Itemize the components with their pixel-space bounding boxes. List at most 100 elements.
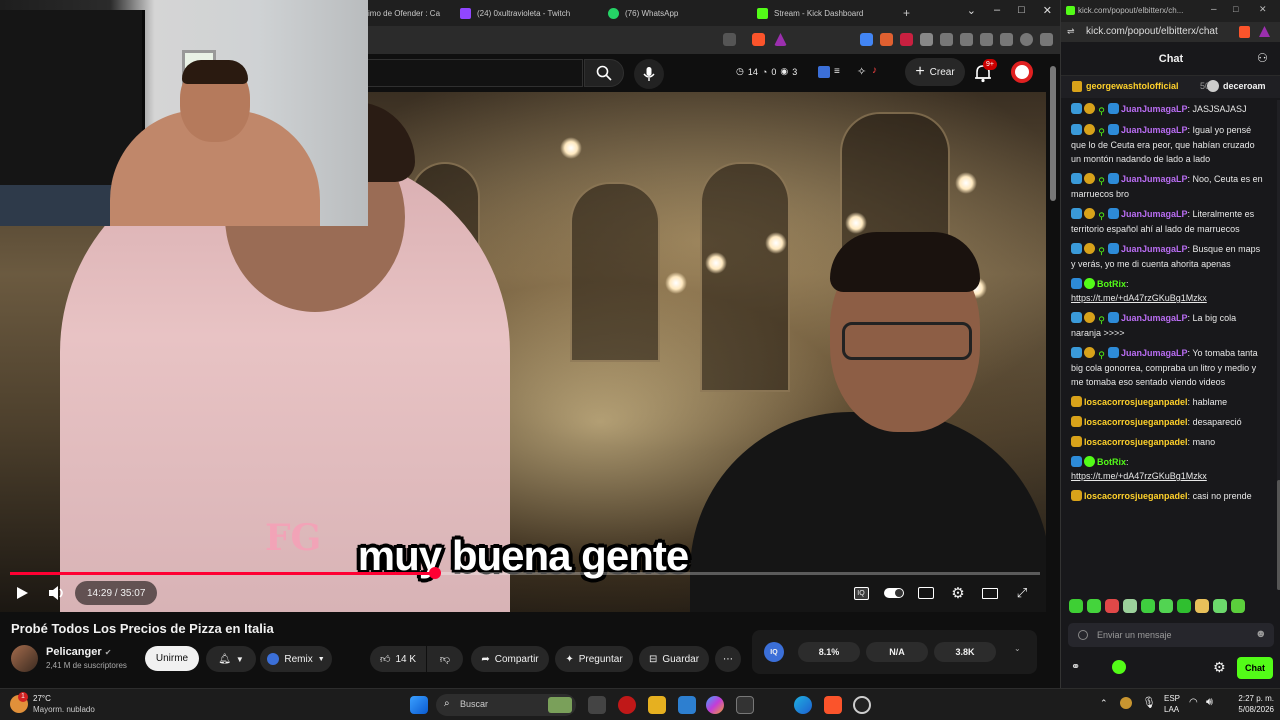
autoplay-toggle[interactable]: [883, 583, 905, 603]
emote-icon[interactable]: [1213, 599, 1227, 613]
emote-icon[interactable]: [1231, 599, 1245, 613]
new-tab-button[interactable]: +: [903, 3, 917, 23]
emote-icon[interactable]: [1087, 599, 1101, 613]
screen-share-icon[interactable]: [723, 33, 736, 46]
brave-rewards-icon[interactable]: [774, 33, 787, 46]
extension-pixel-icon[interactable]: [900, 33, 913, 46]
close-button[interactable]: ✕: [1259, 4, 1267, 15]
tune-icon[interactable]: ⇌: [1067, 26, 1075, 37]
menu-icon[interactable]: [1040, 33, 1053, 46]
dislike-button[interactable]: 👎︎: [427, 646, 463, 672]
tab-whatsapp[interactable]: (76) WhatsApp: [608, 3, 738, 23]
maximize-button[interactable]: □: [1233, 4, 1238, 14]
brave-shield-icon[interactable]: [752, 33, 765, 46]
chat-send-button[interactable]: Chat: [1237, 657, 1273, 679]
tray-chevron-icon[interactable]: ⌃: [1100, 698, 1108, 709]
music-icon[interactable]: [940, 33, 953, 46]
theater-mode-button[interactable]: [981, 583, 999, 603]
chat-message-input[interactable]: Enviar un mensaje ☻: [1068, 623, 1274, 647]
keyboard-layout[interactable]: LAA: [1164, 705, 1179, 714]
vpn-icon[interactable]: [1020, 33, 1033, 46]
file-explorer-icon[interactable]: [648, 696, 666, 714]
brave-rewards-icon[interactable]: [1259, 26, 1270, 37]
terminal-icon[interactable]: [736, 696, 754, 714]
chevron-down-icon[interactable]: ⌄: [1014, 644, 1021, 653]
settings-button[interactable]: ⚙: [949, 583, 967, 603]
subscribe-bell-button[interactable]: 🔔︎ ▼: [206, 646, 256, 672]
leaderboard-user-2[interactable]: deceroam: [1223, 81, 1266, 91]
emote-icon[interactable]: [1141, 599, 1155, 613]
chat-username[interactable]: JuanJumagaLP: [1121, 174, 1188, 184]
volume-button[interactable]: [46, 583, 68, 603]
page-scrollbar-thumb[interactable]: [1050, 66, 1056, 201]
maximize-button[interactable]: □: [1018, 4, 1025, 17]
tab-search-button[interactable]: ⌄: [967, 4, 976, 17]
magic-icon[interactable]: ✧: [857, 65, 866, 78]
wallet-icon[interactable]: [980, 33, 993, 46]
brave-icon[interactable]: [824, 696, 842, 714]
fullscreen-button[interactable]: ⤢: [1013, 583, 1031, 603]
language-code[interactable]: ESP: [1164, 694, 1180, 703]
create-button[interactable]: + Crear: [905, 58, 965, 86]
tab-ofender[interactable]: imo de Ofender : Ca: [368, 3, 446, 23]
subtitles-button[interactable]: [917, 583, 935, 603]
points-icon[interactable]: ⚭: [1071, 660, 1080, 673]
translate-icon[interactable]: [860, 33, 873, 46]
chat-link[interactable]: https://t.me/+dA47rzGKuBg1Mzkx: [1071, 293, 1207, 303]
join-button[interactable]: Unirme: [145, 646, 199, 671]
emote-icon[interactable]: [1177, 599, 1191, 613]
copilot-icon[interactable]: [706, 696, 724, 714]
app-power-icon[interactable]: [618, 696, 636, 714]
chat-link[interactable]: https://t.me/+dA47rzGKuBg1Mzkx: [1071, 471, 1207, 481]
ask-button[interactable]: ✦ Preguntar: [555, 646, 633, 672]
save-button[interactable]: ⊟ Guardar: [639, 646, 709, 672]
vidiq-icon[interactable]: [818, 66, 830, 78]
search-button[interactable]: [584, 59, 624, 87]
more-actions-button[interactable]: ⋯: [715, 646, 741, 672]
chat-username[interactable]: JuanJumagaLP: [1121, 209, 1188, 219]
emote-icon[interactable]: [1123, 599, 1137, 613]
taskbar-search[interactable]: ⌕ Buscar: [436, 694, 576, 716]
clock-date[interactable]: 5/08/2026: [1226, 705, 1274, 714]
chat-username[interactable]: JuanJumagaLP: [1121, 104, 1188, 114]
chat-username[interactable]: BotRix: [1097, 279, 1126, 289]
download-icon[interactable]: [1000, 33, 1013, 46]
extension-fox-icon[interactable]: [880, 33, 893, 46]
close-button[interactable]: ✕: [1043, 4, 1052, 17]
share-button[interactable]: ➦ Compartir: [471, 646, 549, 672]
chat-username[interactable]: loscacorrosjueganpadel: [1084, 491, 1188, 501]
tab-kick-dashboard[interactable]: Stream - Kick Dashboard: [757, 3, 892, 23]
chat-username[interactable]: JuanJumagaLP: [1121, 244, 1188, 254]
chat-username[interactable]: JuanJumagaLP: [1121, 313, 1188, 323]
channel-avatar[interactable]: [11, 645, 38, 672]
remix-button[interactable]: Remix ▼: [260, 646, 332, 672]
kick-emote-icon[interactable]: [1112, 660, 1126, 674]
wifi-icon[interactable]: ◠: [1189, 697, 1198, 708]
like-button[interactable]: 👍︎ 14 K: [370, 646, 426, 672]
emote-icon[interactable]: [1159, 599, 1173, 613]
voice-search-button[interactable]: [634, 59, 664, 89]
chat-username[interactable]: JuanJumagaLP: [1121, 348, 1188, 358]
clock-time[interactable]: 2:27 p. m.: [1226, 694, 1274, 703]
chat-username[interactable]: loscacorrosjueganpadel: [1084, 437, 1188, 447]
user-settings-icon[interactable]: ⚇: [1257, 51, 1268, 65]
extensions-puzzle-icon[interactable]: [920, 33, 933, 46]
minimize-button[interactable]: –: [994, 4, 1000, 17]
account-avatar[interactable]: [1011, 61, 1033, 83]
channel-name[interactable]: Pelicanger ✔: [46, 646, 111, 658]
task-view-icon[interactable]: [588, 696, 606, 714]
search-input[interactable]: [368, 59, 583, 87]
tray-app-icon[interactable]: [1120, 697, 1132, 709]
speaker-icon[interactable]: 🔊︎: [1206, 696, 1213, 709]
emoji-icon[interactable]: ☻: [1255, 628, 1267, 640]
obs-icon[interactable]: [853, 696, 871, 714]
emote-icon[interactable]: [1195, 599, 1209, 613]
minimize-button[interactable]: –: [1211, 4, 1217, 15]
edge-icon[interactable]: [794, 696, 812, 714]
chat-username[interactable]: loscacorrosjueganpadel: [1084, 417, 1188, 427]
alert-bell-icon[interactable]: ♪: [872, 65, 877, 76]
play-button[interactable]: [12, 583, 32, 603]
store-icon[interactable]: [678, 696, 696, 714]
sidebar-icon[interactable]: [960, 33, 973, 46]
tab-twitch[interactable]: (24) 0xultravioleta - Twitch: [460, 3, 600, 23]
